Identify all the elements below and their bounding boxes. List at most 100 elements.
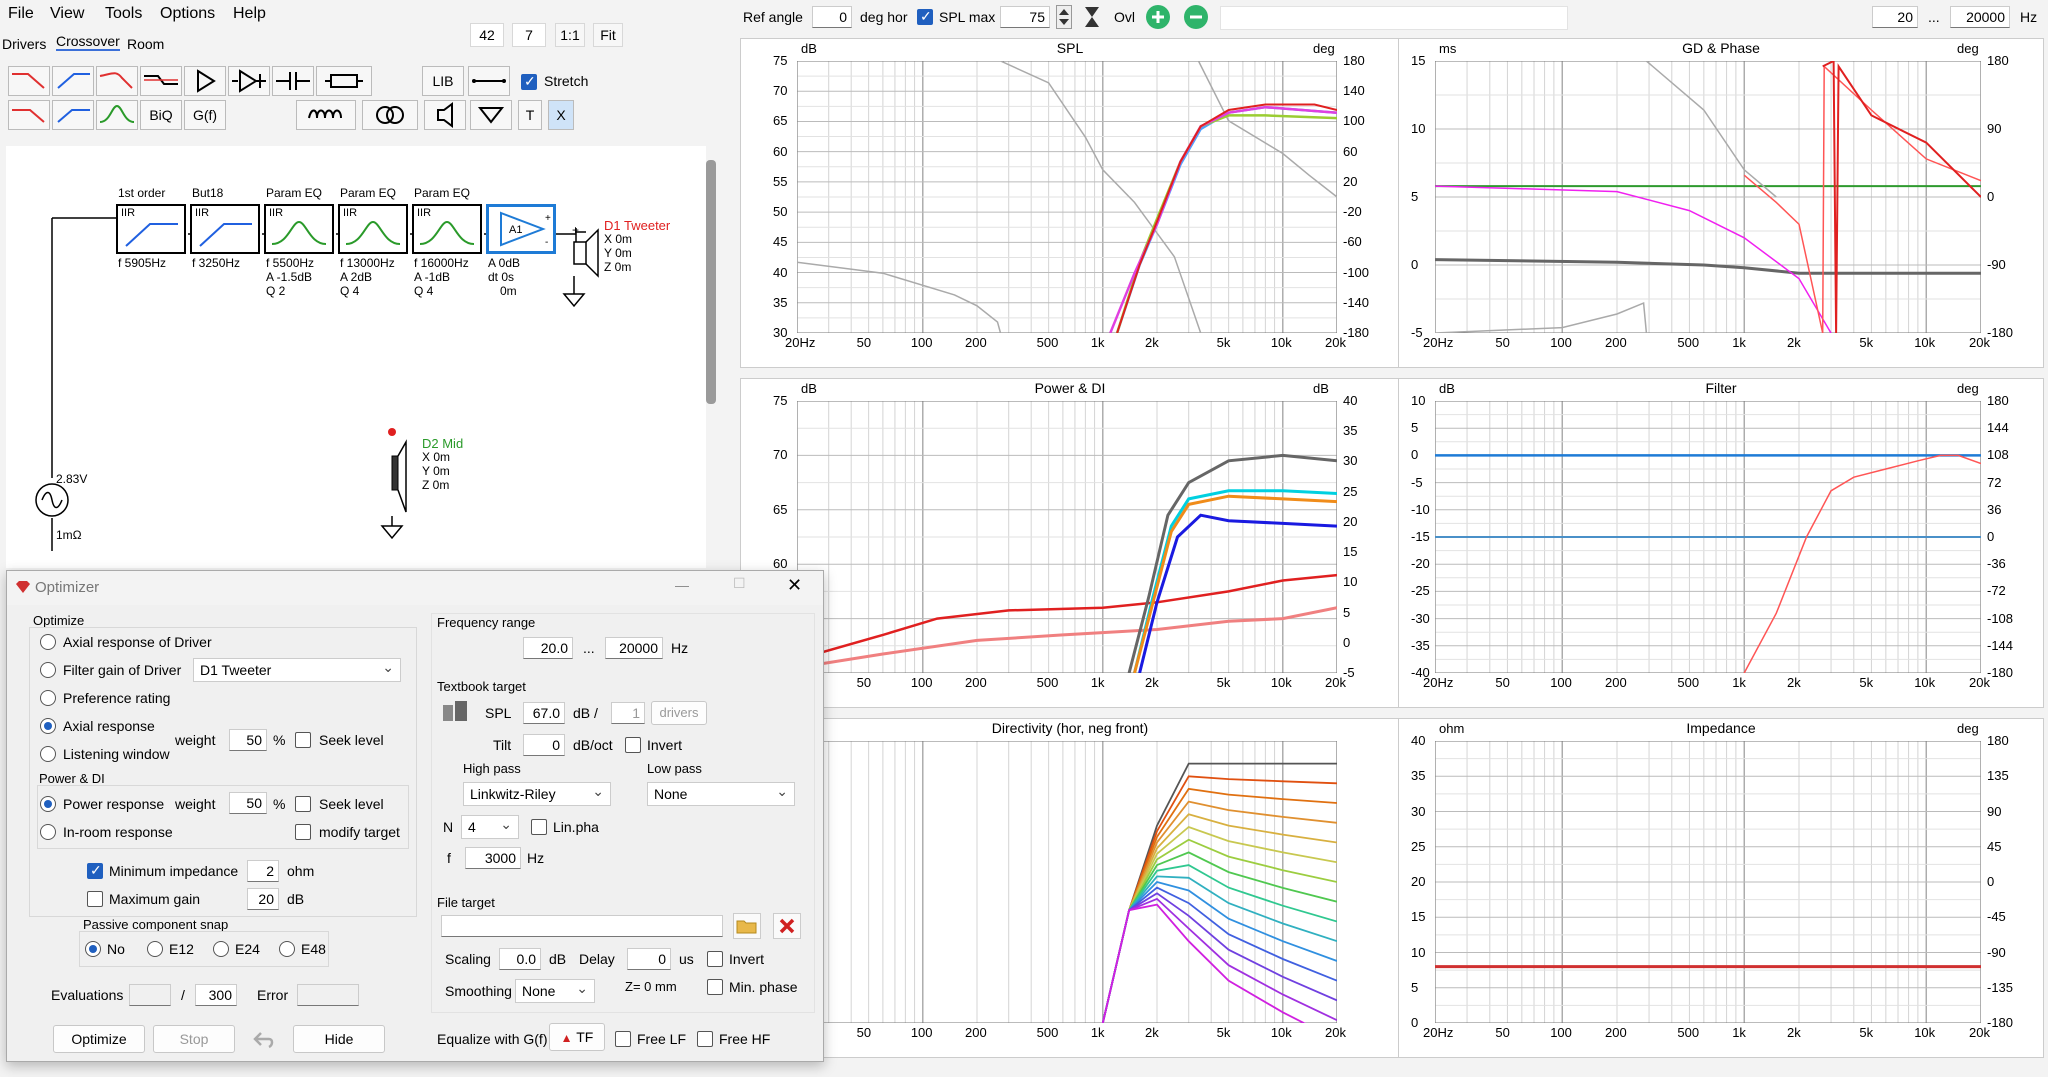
lib-button[interactable]: LIB bbox=[422, 66, 464, 96]
freq-range-hi[interactable]: 20000 bbox=[605, 637, 663, 659]
ground-button[interactable] bbox=[470, 100, 512, 130]
zoom-value-2[interactable]: 7 bbox=[512, 23, 546, 47]
snap-e24-radio[interactable] bbox=[213, 941, 229, 957]
seek-level-checkbox-1[interactable] bbox=[295, 732, 311, 748]
open-folder-button[interactable] bbox=[733, 913, 761, 939]
menu-tools[interactable]: Tools bbox=[105, 5, 142, 23]
high-pass-select[interactable]: Linkwitz-Riley bbox=[463, 780, 611, 806]
spl-input[interactable]: 67.0 bbox=[523, 702, 565, 724]
lowpass-2nd-button[interactable] bbox=[96, 66, 138, 96]
menu-file[interactable]: File bbox=[8, 5, 34, 23]
inductor-button[interactable] bbox=[296, 100, 356, 130]
maximize-button[interactable]: ☐ bbox=[733, 575, 746, 592]
clear-target-button[interactable] bbox=[773, 913, 801, 939]
low-pass-select[interactable]: None bbox=[647, 780, 795, 806]
gf-button[interactable]: G(f) bbox=[184, 100, 226, 130]
seek-level-checkbox-2[interactable] bbox=[295, 796, 311, 812]
listening-window-radio[interactable] bbox=[40, 746, 56, 762]
resistor-button[interactable] bbox=[316, 66, 372, 96]
weight-input-2[interactable]: 50 bbox=[229, 792, 267, 814]
filter-block-param-eq-3[interactable]: IIR bbox=[412, 204, 482, 254]
weight-input-1[interactable]: 50 bbox=[229, 729, 267, 751]
filter-gain-radio[interactable] bbox=[40, 662, 56, 678]
overlay-name-field[interactable] bbox=[1220, 6, 1568, 30]
modify-target-checkbox[interactable] bbox=[295, 824, 311, 840]
filter-block-param-eq-1[interactable]: IIR bbox=[264, 204, 334, 254]
min-impedance-checkbox[interactable] bbox=[87, 862, 103, 879]
tilt-input[interactable]: 0 bbox=[523, 734, 565, 756]
stretch-checkbox[interactable] bbox=[521, 73, 537, 90]
lowpass-red-button[interactable] bbox=[8, 66, 50, 96]
tab-crossover[interactable]: Crossover bbox=[56, 33, 120, 51]
max-gain-checkbox[interactable] bbox=[87, 891, 103, 907]
menu-view[interactable]: View bbox=[50, 5, 84, 23]
capacitor-button[interactable] bbox=[272, 66, 314, 96]
power-di-graph[interactable]: Power & DIdBdB75706560555040353025201510… bbox=[740, 378, 1400, 708]
spl-graph[interactable]: SPL dB deg 75 70 65 60 55 50 45 40 35 30 180 140 100 60 2… bbox=[740, 38, 1400, 368]
minimize-button[interactable]: — bbox=[675, 577, 689, 593]
tf-button[interactable]: ▲ TF bbox=[549, 1023, 605, 1051]
invert-checkbox-2[interactable] bbox=[707, 951, 723, 967]
free-lf-checkbox[interactable] bbox=[615, 1031, 631, 1047]
directivity-graph[interactable]: Directivity (hor, neg front) 50 100 200 500 1… bbox=[740, 718, 1400, 1058]
max-gain-input[interactable]: 20 bbox=[247, 888, 279, 910]
amplifier-button[interactable] bbox=[184, 66, 226, 96]
x-button[interactable]: X bbox=[548, 100, 574, 130]
filter-block-but18[interactable]: IIR bbox=[190, 204, 260, 254]
delay-input[interactable]: 0 bbox=[627, 948, 671, 970]
freq-lo-input[interactable]: 20 bbox=[1872, 6, 1918, 28]
shelf-button[interactable] bbox=[140, 66, 182, 96]
scaling-input[interactable]: 0.0 bbox=[499, 948, 541, 970]
t-button[interactable]: T bbox=[518, 100, 542, 130]
snap-e12-radio[interactable] bbox=[147, 941, 163, 957]
ref-angle-input[interactable]: 0 bbox=[812, 6, 852, 28]
smoothing-select[interactable]: None bbox=[515, 977, 595, 1003]
optimize-button[interactable]: Optimize bbox=[53, 1025, 145, 1053]
bandpass-button[interactable] bbox=[96, 100, 138, 130]
tweeter-speaker-icon[interactable]: + bbox=[572, 224, 602, 278]
lowpass-1st-button[interactable] bbox=[8, 100, 50, 130]
invert-checkbox-1[interactable] bbox=[625, 737, 641, 753]
menu-help[interactable]: Help bbox=[233, 5, 266, 23]
power-response-radio[interactable] bbox=[40, 796, 56, 812]
add-curve-button[interactable] bbox=[1146, 5, 1170, 29]
min-impedance-input[interactable]: 2 bbox=[247, 860, 279, 882]
f-input[interactable]: 3000 bbox=[465, 847, 521, 869]
biq-button[interactable]: BiQ bbox=[140, 100, 182, 130]
stop-button[interactable]: Stop bbox=[153, 1025, 235, 1053]
mid-speaker-icon[interactable] bbox=[386, 428, 410, 518]
transformer-button[interactable] bbox=[362, 100, 418, 130]
filter-block-1st-order[interactable]: IIR bbox=[116, 204, 186, 254]
freq-range-lo[interactable]: 20.0 bbox=[523, 637, 573, 659]
freq-hi-input[interactable]: 20000 bbox=[1950, 6, 2010, 28]
order-select[interactable]: 4 bbox=[461, 813, 519, 839]
free-hf-checkbox[interactable] bbox=[697, 1031, 713, 1047]
zoom-value-1[interactable]: 42 bbox=[470, 23, 504, 47]
one-to-one-button[interactable]: 1:1 bbox=[555, 23, 585, 47]
min-phase-checkbox[interactable] bbox=[707, 979, 723, 995]
tab-room[interactable]: Room bbox=[127, 36, 164, 52]
buffer-button[interactable] bbox=[228, 66, 270, 96]
spl-max-checkbox[interactable] bbox=[917, 8, 933, 25]
amplifier-block[interactable]: A1 + - bbox=[486, 204, 556, 254]
hide-button[interactable]: Hide bbox=[293, 1025, 385, 1053]
schematic-scrollbar[interactable] bbox=[706, 160, 716, 404]
close-button[interactable]: ✕ bbox=[787, 575, 802, 596]
optimizer-titlebar[interactable]: Optimizer — ☐ ✕ bbox=[7, 571, 823, 605]
fit-button[interactable]: Fit bbox=[593, 23, 623, 47]
undo-button[interactable] bbox=[251, 1027, 277, 1051]
snap-e48-radio[interactable] bbox=[279, 941, 295, 957]
file-target-input[interactable] bbox=[441, 915, 723, 937]
spl-max-spinner[interactable] bbox=[1056, 5, 1072, 29]
remove-curve-button[interactable] bbox=[1184, 5, 1208, 29]
filter-graph[interactable]: Filter dB deg 10 5 0 -5 -10 -15 -20 -25 -30 -35 -40 18… bbox=[1398, 378, 2044, 708]
inroom-radio[interactable] bbox=[40, 824, 56, 840]
menu-options[interactable]: Options bbox=[160, 5, 215, 23]
hourglass-button[interactable] bbox=[1083, 5, 1101, 29]
snap-no-radio[interactable] bbox=[85, 941, 101, 957]
speakers-button[interactable] bbox=[441, 699, 469, 723]
gd-phase-graph[interactable]: GD & Phase ms deg 15 10 5 0 -5 180 90 0 -90 -180 20Hz… bbox=[1398, 38, 2044, 368]
evaluations-max-input[interactable]: 300 bbox=[195, 984, 237, 1006]
wire-button[interactable] bbox=[468, 66, 510, 96]
impedance-graph[interactable]: Impedance ohm deg 40 35 30 25 20 15 10 5 0 180 135 90 4… bbox=[1398, 718, 2044, 1058]
